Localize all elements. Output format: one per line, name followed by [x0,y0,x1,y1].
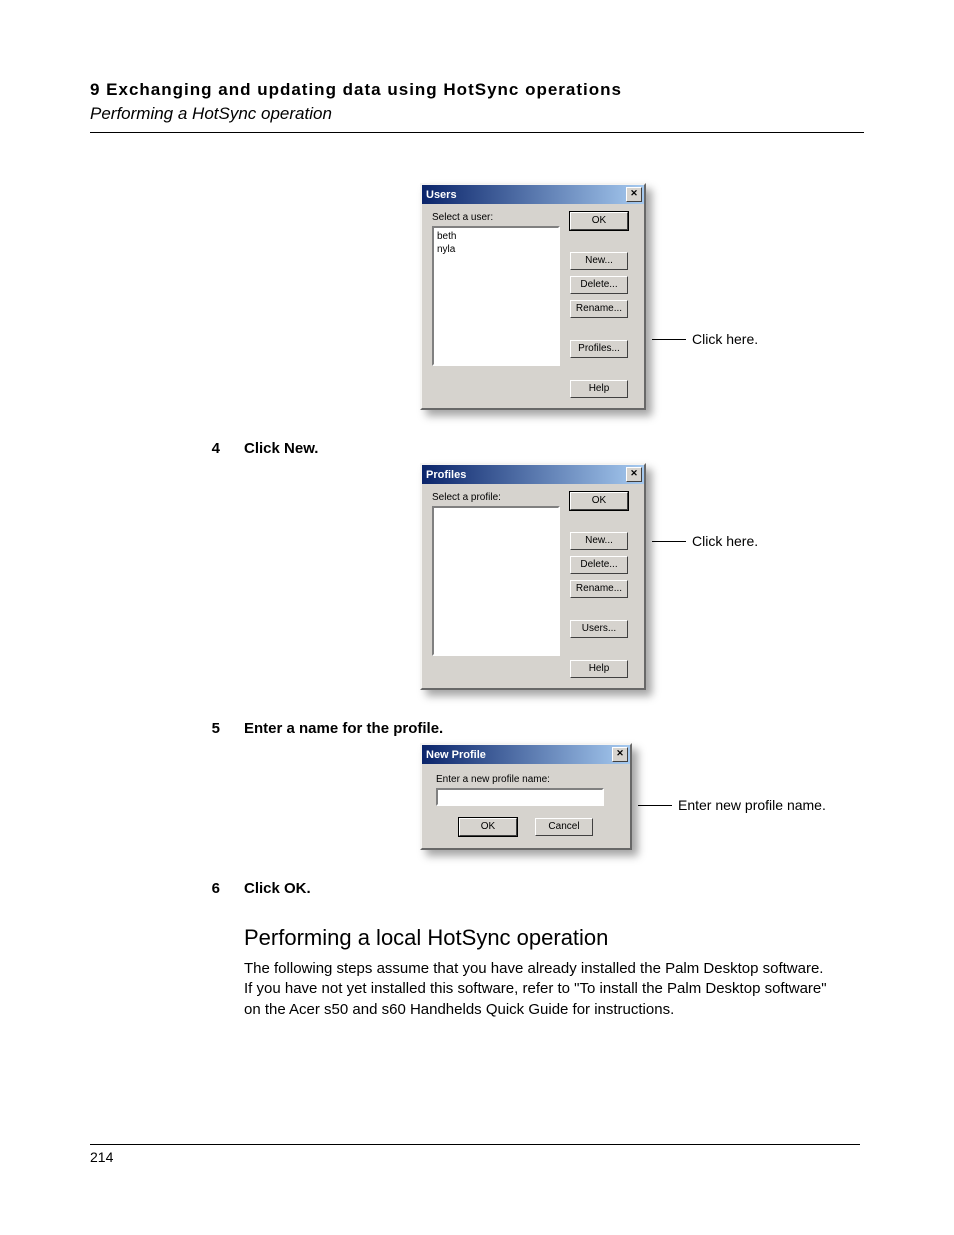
users-title: Users [426,189,457,201]
chapter-title: 9 Exchanging and updating data using Hot… [90,80,864,100]
step-number: 5 [90,720,244,737]
delete-button[interactable]: Delete... [570,556,628,574]
users-callout: Click here. [652,331,758,347]
rename-button[interactable]: Rename... [570,300,628,318]
callout-line [638,805,672,806]
close-icon[interactable]: ✕ [612,747,628,762]
list-item[interactable]: nyla [437,243,555,256]
callout-line [652,541,686,542]
profiles-prompt: Select a profile: [432,492,560,503]
new-profile-titlebar: New Profile ✕ [422,745,630,764]
profiles-dialog: Profiles ✕ Select a profile: OK New... D… [420,463,646,690]
body-paragraph: The following steps assume that you have… [244,959,834,1020]
cancel-button[interactable]: Cancel [535,818,593,836]
new-profile-dialog: New Profile ✕ Enter a new profile name: … [420,743,632,850]
ok-button[interactable]: OK [570,492,628,510]
header-rule [90,132,864,133]
users-button[interactable]: Users... [570,620,628,638]
step-text: Click New. [244,440,318,457]
callout-label: Click here. [692,331,758,347]
list-item[interactable]: beth [437,230,555,243]
step-text: Click OK. [244,880,311,897]
new-profile-prompt: Enter a new profile name: [436,774,616,785]
section-title: Performing a HotSync operation [90,104,864,124]
profiles-callout: Click here. [652,533,758,549]
users-listbox[interactable]: beth nyla [432,226,560,366]
page-number: 214 [90,1144,860,1165]
step-text: Enter a name for the profile. [244,720,443,737]
new-button[interactable]: New... [570,252,628,270]
subsection-heading: Performing a local HotSync operation [244,925,864,951]
help-button[interactable]: Help [570,660,628,678]
profiles-titlebar: Profiles ✕ [422,465,644,484]
ok-button[interactable]: OK [570,212,628,230]
step-number: 6 [90,880,244,897]
delete-button[interactable]: Delete... [570,276,628,294]
new-profile-callout: Enter new profile name. [638,797,826,813]
profiles-title: Profiles [426,469,466,481]
new-button[interactable]: New... [570,532,628,550]
users-dialog: Users ✕ Select a user: beth nyla OK New.… [420,183,646,410]
new-profile-title: New Profile [426,749,486,761]
users-titlebar: Users ✕ [422,185,644,204]
callout-label: Enter new profile name. [678,797,826,813]
callout-line [652,339,686,340]
close-icon[interactable]: ✕ [626,467,642,482]
users-prompt: Select a user: [432,212,560,223]
callout-label: Click here. [692,533,758,549]
ok-button[interactable]: OK [459,818,517,836]
close-icon[interactable]: ✕ [626,187,642,202]
profile-name-input[interactable] [436,788,604,806]
profiles-listbox[interactable] [432,506,560,656]
rename-button[interactable]: Rename... [570,580,628,598]
profiles-button[interactable]: Profiles... [570,340,628,358]
help-button[interactable]: Help [570,380,628,398]
step-number: 4 [90,440,244,457]
